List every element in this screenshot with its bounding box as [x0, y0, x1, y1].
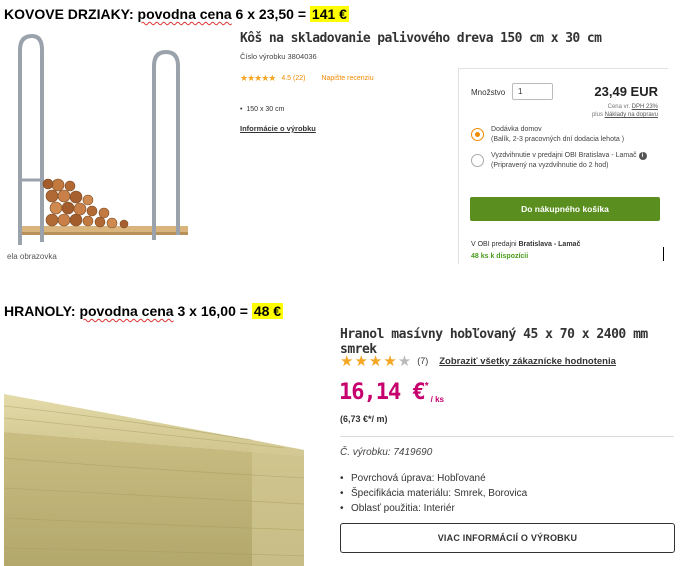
store-prefix: V OBI predajni — [471, 241, 519, 248]
heading-calc: 6 x 23,50 = — [231, 6, 310, 22]
section1-heading: KOVOVE DRZIAKY: povodna cena 6 x 23,50 =… — [4, 6, 349, 22]
store-name: Bratislava - Lamač — [518, 241, 581, 248]
filled-stars-icon: ★★★★ — [340, 353, 398, 370]
vat-prefix: Cena vr. — [607, 104, 632, 110]
spec-item: Oblasť použitia: Interiér — [340, 501, 527, 516]
heading-calc: 3 x 16,00 = — [173, 303, 252, 319]
divider — [340, 436, 674, 437]
wooden-beam-image — [4, 388, 306, 566]
price-value: 16,14 € — [339, 380, 426, 405]
product1-rating: ★★★★★ 4.5 (22) Napište recenziu — [240, 73, 374, 84]
delivery-title: Dodávka domov — [491, 126, 542, 133]
text-cursor — [663, 247, 664, 261]
product2-code: Č. výrobku: 7419690 — [340, 447, 433, 458]
product2-price: 16,14 € * / ks — [339, 380, 444, 405]
all-reviews-link[interactable]: Zobraziť všetky zákaznícke hodnotenia — [439, 356, 616, 367]
product1-title: Kôš na skladovanie palivového dreva 150 … — [240, 31, 602, 46]
add-to-cart-button[interactable]: Do nákupného košíka — [470, 197, 660, 221]
heading-prefix: KOVOVE DRZIAKY: — [4, 6, 138, 22]
star-rating-icon: ★★★★★ — [240, 73, 276, 83]
review-count: (7) — [417, 356, 429, 366]
heading-underlined: povodna cena — [79, 303, 174, 319]
product1-bullet-text: 150 x 30 cm — [246, 106, 285, 113]
delivery-subtitle: (Balík, 2-3 pracovných dní dodacia lehot… — [491, 136, 625, 143]
store-availability: V OBI predajni Bratislava - Lamač — [471, 241, 580, 248]
unit-price: (6,73 €*/ m) — [340, 414, 388, 424]
quantity-input[interactable]: 1 — [512, 83, 553, 100]
spec-item: Povrchová úprava: Hobľované — [340, 471, 527, 486]
shipping-cost-link[interactable]: Náklady na dopravu — [605, 112, 658, 118]
section2-heading: HRANOLY: povodna cena 3 x 16,00 = 48 € — [4, 303, 284, 319]
price-unit: / ks — [430, 395, 444, 404]
star-rating-icon: ★★★★★ — [340, 352, 412, 370]
quantity-label: Množstvo — [471, 88, 506, 97]
buy-box: Množstvo 1 23,49 EUR Cena vr. DPH 23% pl… — [458, 68, 668, 264]
price: 23,49 EUR — [594, 84, 658, 99]
spec-item: Špecifikácia materiálu: Smrek, Borovica — [340, 486, 527, 501]
pickup-subtitle: (Pripravený na vyzdvihnutie do 2 hod) — [491, 162, 609, 169]
stock-count: 48 ks k dispozícii — [471, 253, 529, 260]
image-caption: ela obrazovka — [4, 252, 60, 261]
product2-rating: ★★★★★ (7) Zobraziť všetky zákaznícke hod… — [340, 352, 616, 370]
info-icon[interactable]: i — [638, 152, 647, 160]
firewood-rack-image — [4, 30, 222, 262]
product1-bullet: • 150 x 30 cm — [240, 106, 285, 113]
shipping-prefix: plus — [591, 112, 605, 118]
heading-total: 48 € — [251, 303, 284, 319]
price-asterisk: * — [424, 381, 429, 392]
heading-underlined: povodna cena — [137, 6, 232, 22]
more-info-button[interactable]: VIAC INFORMÁCIÍ O VÝROBKU — [340, 523, 675, 553]
radio-unselected-icon[interactable] — [471, 154, 484, 167]
delivery-option-pickup[interactable]: Vyzdvihnutie v predajni OBI Bratislava -… — [471, 151, 661, 171]
vat-info: Cena vr. DPH 23% plus Náklady na dopravu — [592, 103, 658, 119]
radio-selected-icon[interactable] — [471, 128, 484, 141]
spec-list: Povrchová úprava: Hobľované Špecifikácia… — [340, 471, 527, 516]
heading-total: 141 € — [309, 6, 349, 22]
pickup-title: Vyzdvihnutie v predajni OBI Bratislava -… — [491, 152, 637, 159]
vat-link[interactable]: DPH 23% — [632, 104, 658, 110]
product-info-link[interactable]: Informácie o výrobku — [240, 124, 316, 133]
product1-code: Číslo výrobku 3804036 — [240, 52, 317, 61]
heading-prefix: HRANOLY: — [4, 303, 80, 319]
empty-star-icon: ★ — [397, 353, 413, 370]
delivery-option-home[interactable]: Dodávka domov (Balík, 2-3 pracovných dní… — [471, 125, 624, 145]
rating-score[interactable]: 4.5 (22) — [281, 75, 305, 82]
write-review-link[interactable]: Napište recenziu — [321, 75, 373, 82]
